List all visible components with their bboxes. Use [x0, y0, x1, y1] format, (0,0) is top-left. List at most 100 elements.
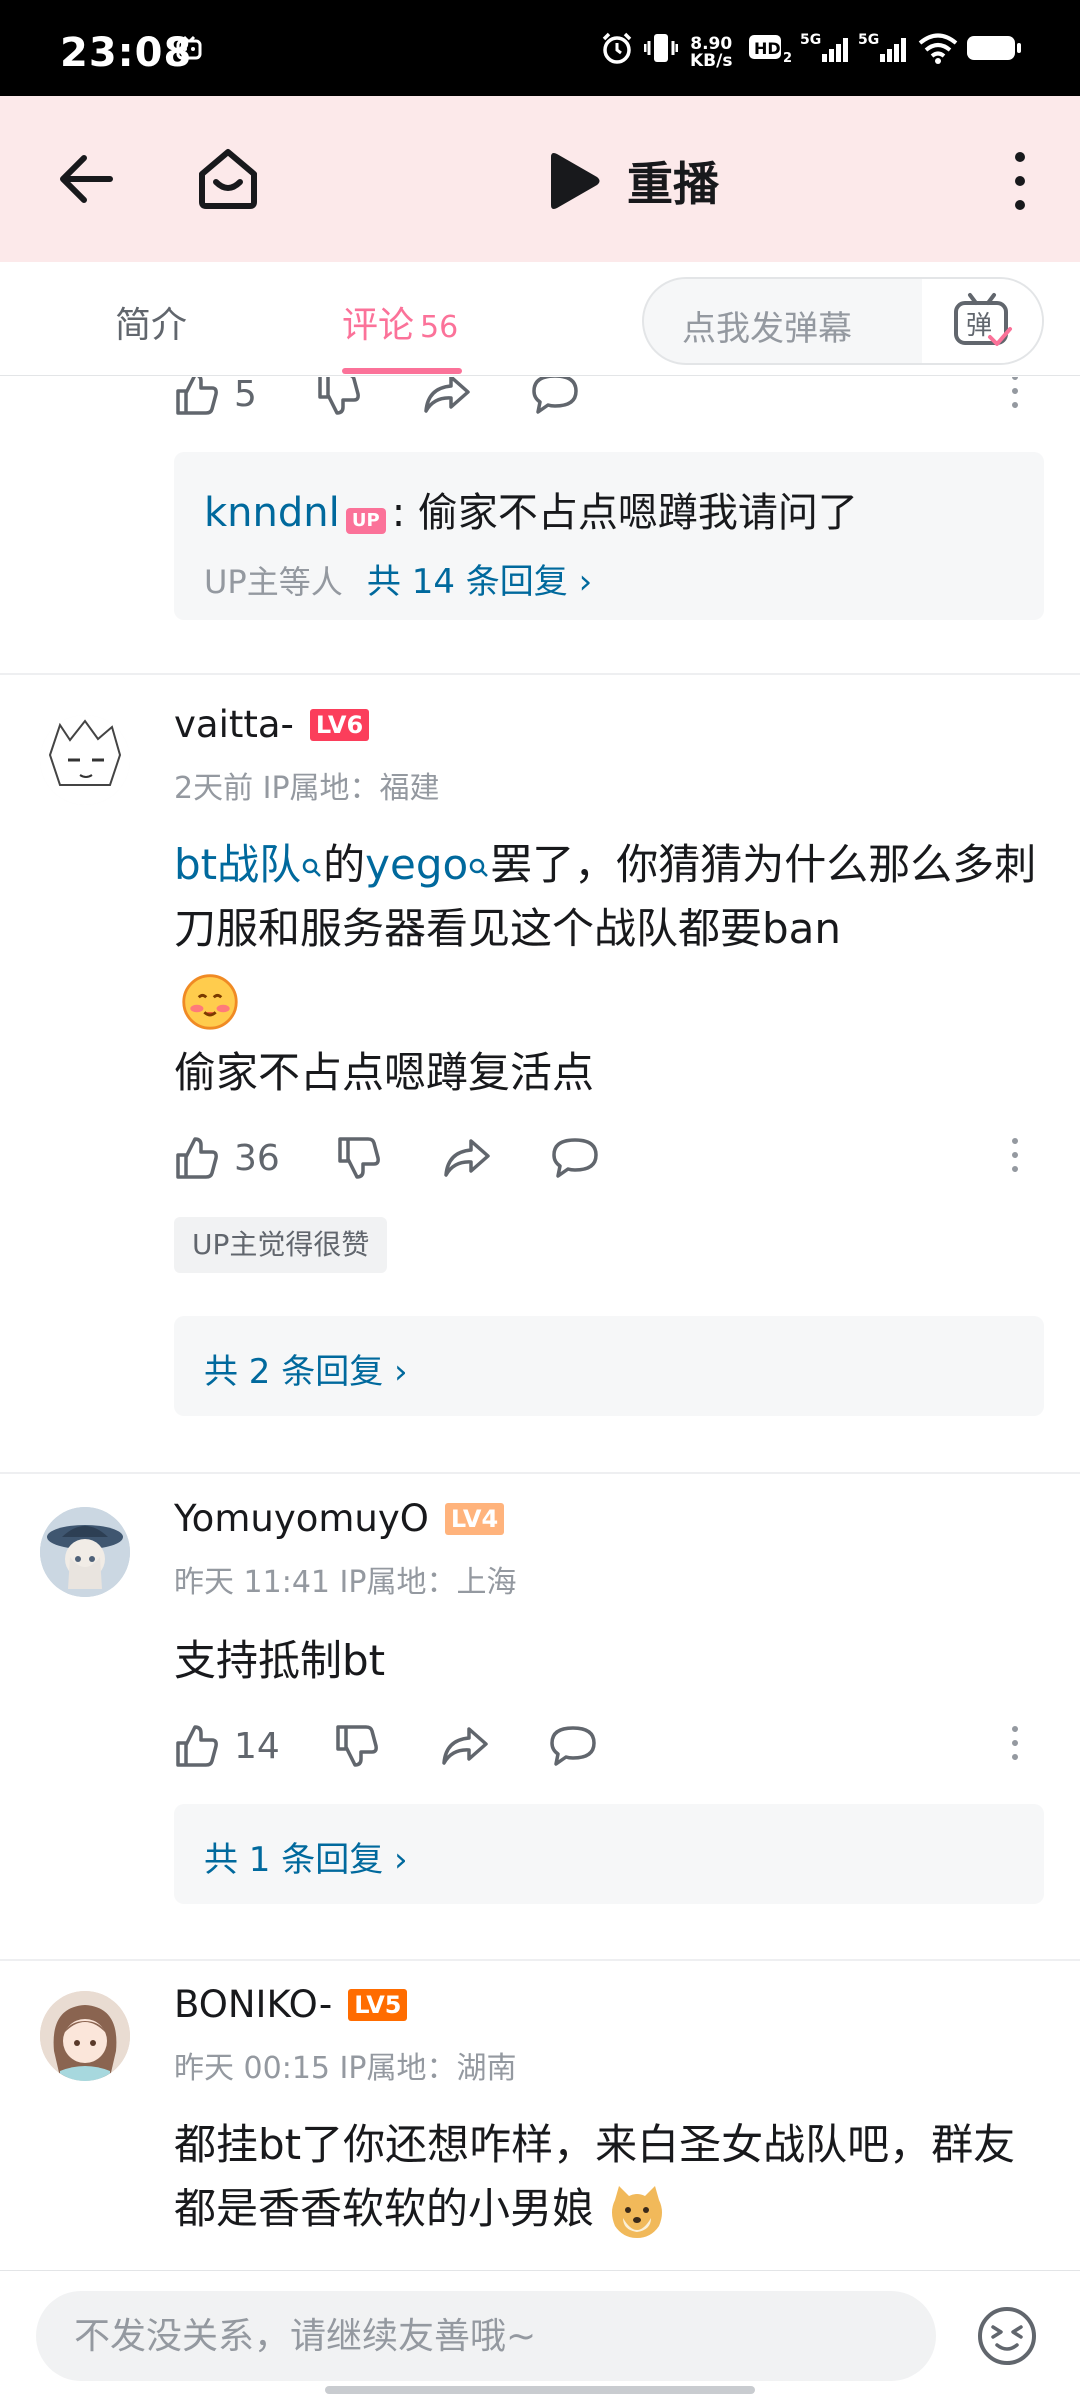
divider — [0, 673, 1080, 675]
level-badge: LV4 — [444, 1502, 505, 1535]
like-button[interactable]: 14 — [174, 1723, 280, 1769]
comment-meta: 昨天 11:41 IP属地：上海 — [174, 1565, 517, 1600]
username[interactable]: vaitta- — [174, 703, 294, 746]
level-badge: LV5 — [348, 1988, 408, 2021]
like-button[interactable]: 36 — [174, 1135, 280, 1181]
view-replies-link[interactable]: 共 2 条回复 › — [204, 1344, 408, 1393]
comment-more-button[interactable] — [1010, 1135, 1020, 1175]
topic-link-text: yego — [365, 840, 469, 889]
comment-more-button[interactable] — [1010, 377, 1020, 411]
avatar[interactable] — [40, 1507, 130, 1597]
avatar[interactable] — [40, 715, 130, 805]
thumbs-up-icon — [176, 377, 218, 415]
up-liked-tag: UP主觉得很赞 — [174, 1217, 388, 1273]
vibrate-icon — [644, 28, 678, 68]
alarm-icon — [600, 28, 634, 68]
like-count: 5 — [234, 377, 257, 415]
wifi-icon — [918, 28, 958, 68]
notification-tv-icon — [176, 28, 202, 68]
share-button[interactable] — [442, 1135, 492, 1181]
share-button[interactable] — [422, 377, 472, 417]
play-icon — [551, 153, 600, 209]
thumbs-down-icon — [336, 1725, 378, 1767]
replies-box[interactable]: 共 1 条回复 › — [174, 1804, 1044, 1904]
reply-button[interactable] — [530, 377, 580, 417]
thumbs-up-icon — [176, 1137, 218, 1179]
comment-body: 支持抵制bt — [174, 1636, 386, 1685]
danmaku-placeholder: 点我发弹幕 — [682, 309, 852, 349]
thumbs-up-icon — [176, 1725, 218, 1767]
comment-composer — [0, 2270, 1080, 2400]
comment-body-line2: 偷家不占点嗯蹲复活点 — [174, 1048, 595, 1097]
comment-list: 5 knndnl UP: 偷家不占点嗯蹲我请问了 UP主等人 共 14 条回复 › — [0, 377, 1080, 2270]
reply-button[interactable] — [550, 1135, 600, 1181]
comment-actions: 36 — [174, 1135, 1044, 1191]
search-icon — [302, 858, 322, 877]
replies-box[interactable]: 共 2 条回复 › — [174, 1316, 1044, 1416]
share-button[interactable] — [440, 1723, 490, 1769]
dislike-button[interactable] — [316, 377, 362, 417]
topic-link[interactable]: bt战队 — [174, 840, 323, 889]
home-button[interactable] — [192, 142, 264, 214]
home-indicator[interactable] — [325, 2386, 755, 2394]
reply-text: : 偷家不占点嗯蹲我请问了 — [391, 490, 858, 536]
like-button[interactable]: 5 — [174, 377, 257, 417]
svg-text:5G: 5G — [858, 32, 879, 48]
reply-preview[interactable]: knndnl UP: 偷家不占点嗯蹲我请问了 UP主等人 共 14 条回复 › — [174, 452, 1044, 620]
comment-meta: 2天前 IP属地：福建 — [174, 771, 440, 806]
share-icon — [442, 1727, 488, 1765]
tab-intro[interactable]: 简介 — [115, 296, 187, 348]
username[interactable]: YomuyomuyO — [174, 1497, 429, 1540]
status-time: 23:08 — [60, 30, 193, 76]
tab-active-indicator — [342, 368, 462, 374]
comment-bubble-icon — [550, 1726, 596, 1766]
home-icon — [199, 149, 257, 209]
more-vertical-icon — [1012, 1726, 1018, 1760]
reply-summary: UP主等人 共 14 条回复 › — [204, 554, 592, 603]
comment-actions: 5 — [174, 377, 1044, 427]
share-icon — [444, 1139, 490, 1177]
like-count: 14 — [234, 1725, 280, 1767]
replay-button[interactable]: 重播 — [545, 148, 719, 214]
up-badge: UP — [345, 508, 386, 534]
emoji-button[interactable] — [976, 2305, 1038, 2367]
username-row: YomuyomuyO LV4 — [174, 1497, 505, 1540]
back-icon — [60, 155, 113, 203]
dislike-button[interactable] — [334, 1723, 380, 1769]
signal-5g-icon: 5G — [858, 28, 908, 68]
doge-emoji-icon — [612, 2185, 663, 2238]
view-replies-link[interactable]: 共 1 条回复 › — [204, 1832, 408, 1881]
username[interactable]: BONIKO- — [174, 1983, 332, 2026]
comment-meta: 昨天 00:15 IP属地：湖南 — [174, 2051, 517, 2086]
topic-link[interactable]: yego — [365, 840, 490, 889]
danmaku-toggle-button[interactable]: 弹 — [922, 279, 1042, 363]
like-count: 36 — [234, 1137, 280, 1179]
danmaku-icon: 弹 — [954, 293, 1012, 346]
level-badge: LV6 — [309, 708, 370, 741]
tab-comments-count: 56 — [420, 310, 459, 345]
back-button[interactable] — [52, 144, 122, 214]
girl-avatar-icon — [40, 1991, 130, 2081]
replay-label: 重播 — [627, 157, 719, 211]
avatar[interactable] — [40, 1991, 130, 2081]
battery-icon — [966, 28, 1022, 68]
reply-button[interactable] — [548, 1723, 598, 1769]
comment-input[interactable] — [36, 2291, 936, 2381]
tab-comments[interactable]: 评论 56 — [342, 296, 458, 348]
net-speed: 8.90 KB/s — [690, 36, 732, 70]
reply-username[interactable]: knndnl — [204, 490, 340, 536]
danmaku-input[interactable]: 点我发弹幕 弹 — [642, 277, 1044, 365]
view-replies-link[interactable]: 共 14 条回复 › — [367, 562, 592, 602]
comment-actions: 14 — [174, 1723, 1044, 1779]
comment-more-button[interactable] — [1010, 1723, 1020, 1763]
more-button[interactable] — [1000, 146, 1040, 216]
comment-body: 都挂bt了你还想咋样，来白圣女战队吧，群友都是香香软软的小男娘 — [174, 2113, 1044, 2242]
comment-text: 都挂bt了你还想咋样，来白圣女战队吧，群友都是香香软软的小男娘 — [174, 2120, 1016, 2233]
thumbs-down-icon — [318, 377, 360, 415]
video-header: 重播 — [0, 96, 1080, 262]
net-speed-unit: KB/s — [690, 51, 733, 71]
dislike-button[interactable] — [336, 1135, 382, 1181]
anime-avatar-icon — [40, 715, 130, 805]
more-vertical-icon — [1012, 377, 1018, 408]
more-icon — [1015, 152, 1025, 210]
